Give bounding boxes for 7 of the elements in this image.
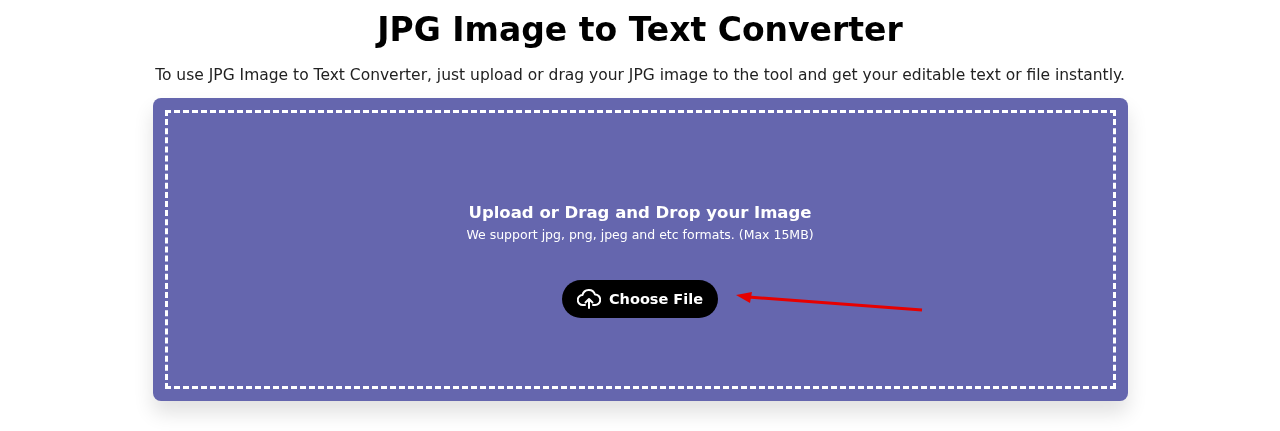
cloud-upload-icon [576,289,601,309]
upload-heading: Upload or Drag and Drop your Image [468,203,812,222]
choose-file-button[interactable]: Choose File [561,280,719,318]
page-description: To use JPG Image to Text Converter, just upload or drag your JPG image to the tool and get your editable text or file instantly. [155,65,1125,86]
drop-zone[interactable]: Upload or Drag and Drop your Image We support jpg, png, jpeg and etc formats. (Max 15MB) Choose File [164,110,1116,389]
page-title: JPG Image to Text Converter [377,10,903,50]
format-note: We support jpg, png, jpeg and etc formats. (Max 15MB) [466,227,814,242]
